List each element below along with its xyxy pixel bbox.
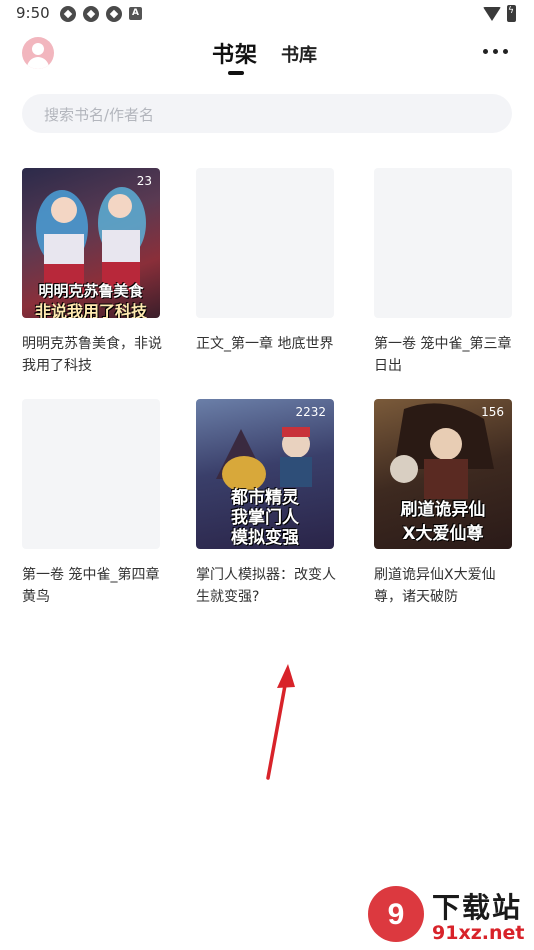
watermark-logo-icon: 9 [368,886,424,942]
book-cover[interactable]: 23 明明克苏鲁美食 非说我用了科技 [22,168,160,318]
tab-library[interactable]: 书库 [281,41,317,67]
status-bar: 9:50 A [0,0,534,28]
red-arrow [266,664,295,780]
watermark: 9 下载站 91xz.net [366,882,534,950]
book-title[interactable]: 第一卷 笼中雀_第四章 黄鸟 [22,564,162,608]
book-item[interactable]: 2232 都市精灵 我掌门人 模拟变强 掌门人模拟器：改变人生就变强? [196,399,336,608]
app-notification-icon [106,6,122,22]
more-dots-icon[interactable] [480,44,510,58]
wifi-icon [483,6,501,21]
chapter-count-badge: 23 [136,174,152,188]
book-item[interactable]: 第一卷 笼中雀_第四章 黄鸟 [22,399,162,608]
book-title[interactable]: 正文_第一章 地底世界 [196,333,336,355]
book-cover[interactable]: 156 刷道诡异仙 X大爱仙尊 [374,399,512,549]
status-time: 9:50 [16,4,50,22]
watermark-url: 91xz.net [432,922,525,944]
book-cover-placeholder[interactable] [196,168,334,318]
search-input[interactable]: 搜索书名/作者名 [22,94,512,133]
book-item[interactable]: 23 明明克苏鲁美食 非说我用了科技 明明克苏鲁美食，非说我用了科技 [22,168,162,377]
app-notification-icon [60,6,76,22]
book-cover-placeholder[interactable] [22,399,160,549]
book-cover[interactable]: 2232 都市精灵 我掌门人 模拟变强 [196,399,334,549]
active-tab-indicator [228,71,244,75]
chapter-count-badge: 156 [481,405,504,419]
book-item[interactable]: 第一卷 笼中雀_第三章 日出 [374,168,514,377]
book-title[interactable]: 第一卷 笼中雀_第三章 日出 [374,333,514,377]
cover-title-line: 非说我用了科技 [34,302,147,318]
battery-icon [507,5,516,22]
cover-title-line: X大爱仙尊 [402,524,484,544]
notification-icons: A [60,6,142,22]
cover-title-line: 模拟变强 [231,528,299,548]
user-avatar-icon[interactable] [22,37,54,69]
watermark-brand: 下载站 [432,891,523,924]
search-placeholder: 搜索书名/作者名 [44,106,155,124]
book-item[interactable]: 正文_第一章 地底世界 [196,168,336,355]
svg-text:9: 9 [388,898,405,931]
book-title[interactable]: 刷道诡异仙X大爱仙尊，诸天破防 [374,564,514,608]
a-notification-icon: A [129,7,142,20]
system-icons [483,5,516,22]
book-cover-placeholder[interactable] [374,168,512,318]
chapter-count-badge: 2232 [295,405,326,419]
cover-title-line: 刷道诡异仙 [400,500,486,520]
tab-bookshelf[interactable]: 书架 [212,37,258,69]
book-title[interactable]: 掌门人模拟器：改变人生就变强? [196,564,336,608]
book-item[interactable]: 156 刷道诡异仙 X大爱仙尊 刷道诡异仙X大爱仙尊，诸天破防 [374,399,514,608]
book-title[interactable]: 明明克苏鲁美食，非说我用了科技 [22,333,162,377]
app-notification-icon [83,6,99,22]
